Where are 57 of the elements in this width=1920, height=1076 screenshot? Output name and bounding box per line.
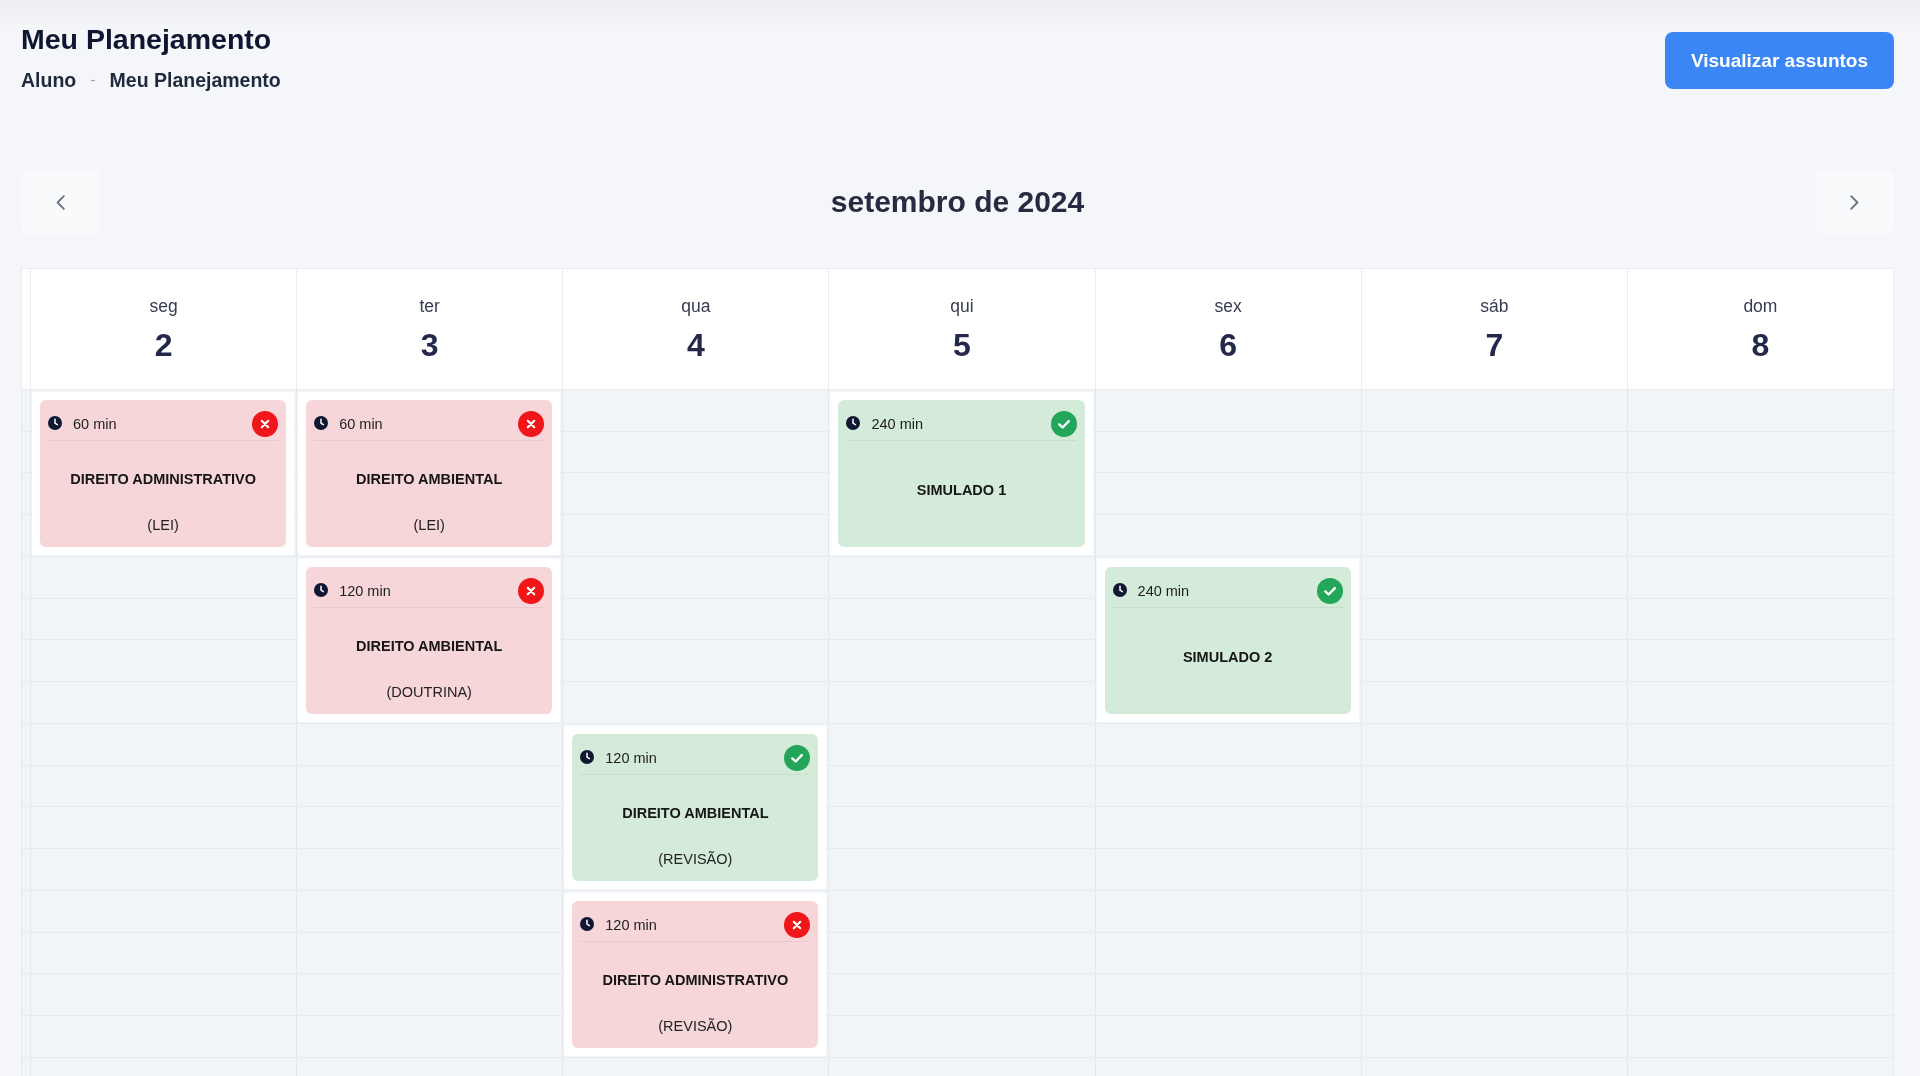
clock-icon bbox=[48, 416, 62, 430]
duration-text: 240 min bbox=[1137, 582, 1190, 600]
event-card[interactable]: 240 min SIMULADO 1 bbox=[838, 400, 1085, 547]
chevron-left-icon bbox=[56, 194, 65, 210]
date-number: 2 bbox=[154, 326, 173, 365]
page-title: Meu Planejamento bbox=[21, 22, 272, 56]
weekday-label: qui bbox=[950, 295, 974, 318]
subject-title: SIMULADO 1 bbox=[916, 481, 1007, 499]
weekday-label: sáb bbox=[1480, 295, 1509, 318]
weekday-label: qua bbox=[681, 295, 711, 318]
chevron-right-icon bbox=[1850, 194, 1859, 210]
weekday-label: sex bbox=[1214, 295, 1242, 318]
weekday-label: dom bbox=[1743, 295, 1778, 318]
subject-title: DIREITO ADMINISTRATIVO bbox=[602, 972, 789, 989]
category-text: (REVISÃO) bbox=[658, 851, 733, 868]
duration-text: 120 min bbox=[605, 916, 657, 934]
date-number: 3 bbox=[420, 326, 439, 365]
clock-icon bbox=[314, 416, 329, 430]
duration-text: 240 min bbox=[871, 415, 923, 433]
category-text: (REVISÃO) bbox=[658, 1018, 733, 1035]
breadcrumb-link[interactable]: Aluno bbox=[21, 68, 77, 92]
clock-icon bbox=[580, 917, 595, 931]
subject-title: SIMULADO 2 bbox=[1182, 648, 1273, 666]
category-text: (LEI) bbox=[147, 517, 179, 534]
subject-title: DIREITO AMBIENTAL bbox=[356, 638, 503, 655]
event-card[interactable]: 240 min SIMULADO 2 bbox=[1104, 567, 1351, 714]
month-title: setembro de 2024 bbox=[830, 184, 1085, 220]
event-card[interactable]: 60 min DIREITO AMBIENTAL (LEI) bbox=[306, 400, 553, 547]
weekday-label: ter bbox=[419, 295, 440, 318]
event-card[interactable]: 60 min DIREITO ADMINISTRATIVO (LEI) bbox=[40, 400, 287, 547]
event-card[interactable]: 120 min DIREITO ADMINISTRATIVO (REVISÃO) bbox=[572, 901, 819, 1048]
next-month-button[interactable] bbox=[1815, 170, 1894, 234]
date-number: 8 bbox=[1751, 326, 1770, 365]
breadcrumb-current: Meu Planejamento bbox=[109, 68, 281, 92]
duration-text: 120 min bbox=[605, 749, 657, 767]
duration-text: 60 min bbox=[339, 415, 383, 433]
event-card[interactable]: 120 min DIREITO AMBIENTAL (REVISÃO) bbox=[572, 734, 819, 881]
date-number: 7 bbox=[1485, 326, 1504, 365]
date-number: 6 bbox=[1219, 326, 1238, 365]
event-card[interactable]: 120 min DIREITO AMBIENTAL (DOUTRINA) bbox=[306, 567, 553, 714]
subject-title: DIREITO AMBIENTAL bbox=[622, 805, 769, 822]
clock-icon bbox=[314, 583, 329, 597]
category-text: (DOUTRINA) bbox=[386, 684, 472, 701]
date-number: 5 bbox=[953, 326, 971, 365]
clock-icon bbox=[846, 416, 861, 430]
date-number: 4 bbox=[686, 326, 705, 365]
duration-text: 120 min bbox=[339, 582, 391, 600]
subject-title: DIREITO ADMINISTRATIVO bbox=[70, 471, 256, 488]
view-subjects-button[interactable]: Visualizar assuntos bbox=[1664, 32, 1894, 89]
subject-title: DIREITO AMBIENTAL bbox=[356, 471, 503, 488]
category-text: (LEI) bbox=[413, 517, 445, 534]
clock-icon bbox=[1112, 583, 1127, 597]
previous-month-button[interactable] bbox=[21, 170, 100, 234]
breadcrumb-separator: - bbox=[90, 70, 96, 90]
duration-text: 60 min bbox=[73, 415, 117, 433]
clock-icon bbox=[580, 750, 595, 764]
weekday-label: seg bbox=[149, 295, 178, 318]
